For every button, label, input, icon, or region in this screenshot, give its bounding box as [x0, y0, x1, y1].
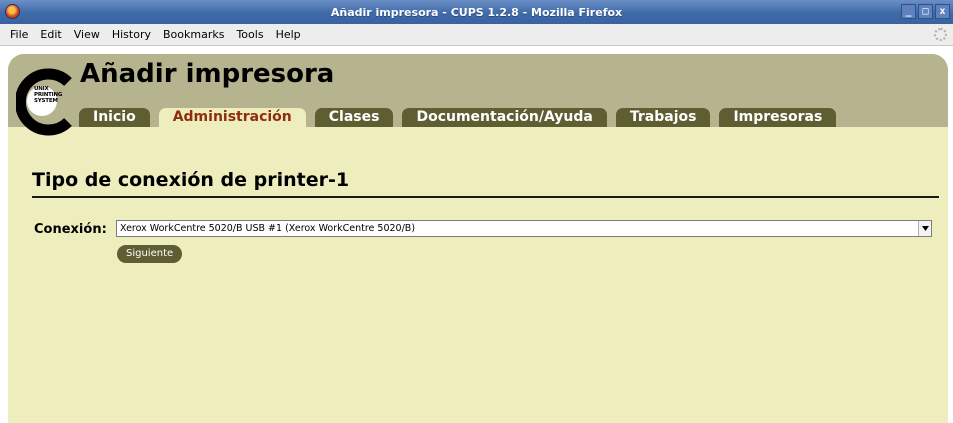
connection-select[interactable]: Xerox WorkCentre 5020/B USB #1 (Xerox Wo…: [116, 220, 932, 237]
page-title: Añadir impresora: [80, 59, 335, 89]
dropdown-arrow-icon[interactable]: [918, 221, 931, 236]
menu-bar: File Edit View History Bookmarks Tools H…: [0, 24, 953, 46]
cups-logo[interactable]: UNIX PRINTING SYSTEM: [14, 64, 80, 136]
menu-view[interactable]: View: [68, 28, 106, 41]
menu-history[interactable]: History: [106, 28, 157, 41]
nav-tabs: Inicio Administración Clases Documentaci…: [79, 108, 837, 127]
menu-bookmarks[interactable]: Bookmarks: [157, 28, 230, 41]
menu-file[interactable]: File: [4, 28, 34, 41]
minimize-button[interactable]: _: [901, 4, 916, 19]
close-button[interactable]: x: [935, 4, 950, 19]
window-controls: _ □ x: [901, 4, 950, 19]
cups-page: UNIX PRINTING SYSTEM Añadir impresora In…: [8, 54, 948, 423]
tab-documentacion-ayuda[interactable]: Documentación/Ayuda: [402, 108, 607, 127]
browser-content: UNIX PRINTING SYSTEM Añadir impresora In…: [0, 46, 953, 423]
cups-logo-text: UNIX PRINTING SYSTEM: [34, 86, 63, 104]
menu-edit[interactable]: Edit: [34, 28, 67, 41]
tab-administracion[interactable]: Administración: [158, 108, 306, 127]
section-divider: [32, 196, 939, 198]
connection-select-value: Xerox WorkCentre 5020/B USB #1 (Xerox Wo…: [120, 223, 416, 234]
tab-inicio[interactable]: Inicio: [79, 108, 150, 127]
tab-impresoras[interactable]: Impresoras: [719, 108, 837, 127]
window-title: Añadir impresora - CUPS 1.2.8 - Mozilla …: [330, 5, 623, 19]
page-header: UNIX PRINTING SYSTEM Añadir impresora In…: [8, 54, 948, 136]
maximize-button[interactable]: □: [918, 4, 933, 19]
window-title-bar: Añadir impresora - CUPS 1.2.8 - Mozilla …: [0, 0, 953, 24]
tab-clases[interactable]: Clases: [314, 108, 394, 127]
section-title: Tipo de conexión de printer-1: [32, 169, 350, 191]
menu-tools[interactable]: Tools: [230, 28, 269, 41]
firefox-icon[interactable]: [5, 4, 20, 19]
throbber-icon: [934, 28, 947, 41]
menu-help[interactable]: Help: [270, 28, 307, 41]
siguiente-button[interactable]: Siguiente: [117, 245, 183, 263]
connection-label: Conexión:: [34, 222, 107, 237]
tab-trabajos[interactable]: Trabajos: [615, 108, 711, 127]
